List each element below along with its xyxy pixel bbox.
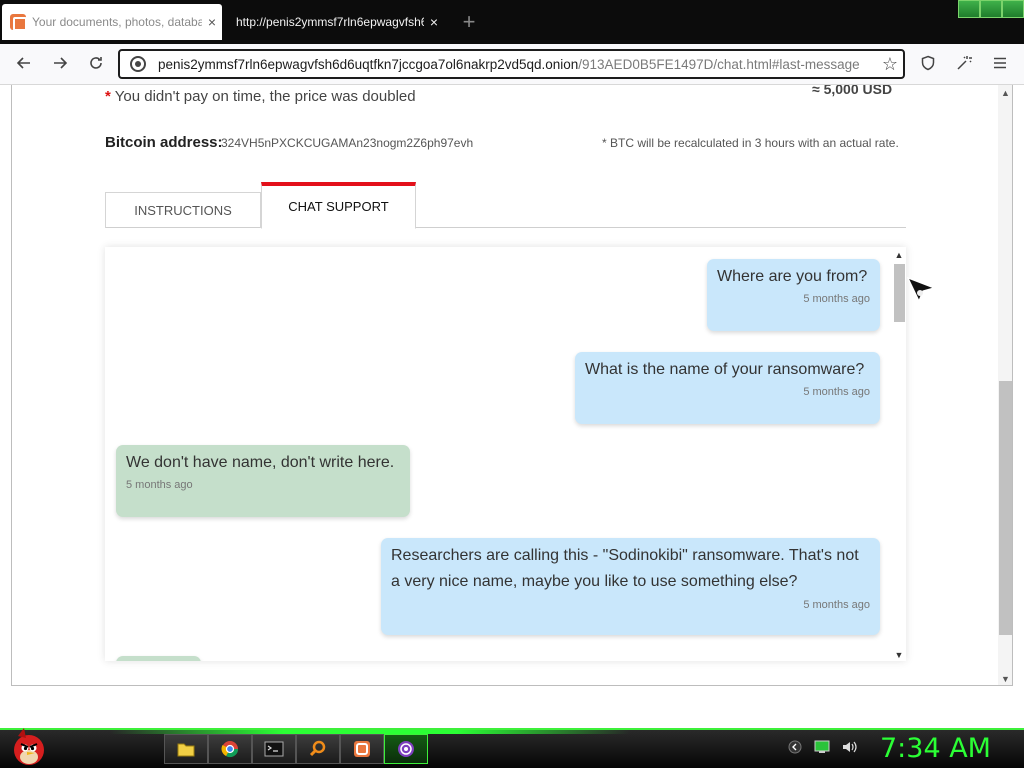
page-scrollbar[interactable]: ▲ ▼	[998, 85, 1012, 685]
clock[interactable]: 7:34 AM	[880, 733, 991, 764]
reload-button[interactable]	[83, 52, 109, 78]
message-text: Where are you from?	[717, 268, 868, 285]
chat-message-incoming-partial	[116, 656, 201, 661]
message-time: 5 months ago	[803, 599, 870, 611]
warning-asterisk: *	[105, 88, 111, 105]
terminal-icon	[264, 741, 284, 757]
message-time: 5 months ago	[803, 386, 870, 398]
message-time: 5 months ago	[126, 479, 193, 491]
message-text: We don't have name, don't write here.	[126, 454, 395, 471]
btc-rate-note: * BTC will be recalculated in 3 hours wi…	[602, 136, 899, 150]
warning-text: You didn't pay on time, the price was do…	[114, 88, 416, 105]
chat-message-outgoing: Researchers are calling this - "Sodinoki…	[381, 538, 880, 635]
minimize-button[interactable]	[958, 0, 980, 18]
chevron-up-icon[interactable]: ▲	[998, 86, 1012, 100]
tab-title: Your documents, photos, databases and ot…	[32, 15, 202, 29]
message-text: What is the name of your ransomware?	[585, 361, 865, 378]
chat-scrollbar-thumb[interactable]	[894, 264, 905, 322]
menu-button[interactable]	[987, 52, 1013, 78]
star-icon[interactable]: ☆	[877, 54, 903, 75]
chat-message-incoming: We don't have name, don't write here. 5 …	[116, 445, 410, 517]
reload-icon	[90, 57, 102, 69]
page-scrollbar-thumb[interactable]	[999, 381, 1012, 635]
bitcoin-address-label: Bitcoin address:	[105, 134, 223, 151]
close-window-button[interactable]	[1002, 0, 1024, 18]
price-usd: ≈ 5,000 USD	[812, 85, 893, 97]
new-tab-button[interactable]: +	[456, 10, 482, 36]
folder-icon	[177, 743, 195, 757]
taskbar-folder-button[interactable]	[164, 734, 208, 764]
url-path: /913AED0B5FE1497D/chat.html#last-message	[578, 56, 860, 72]
chevron-down-icon[interactable]: ▼	[892, 649, 906, 661]
shield-button[interactable]	[915, 52, 941, 78]
chevron-down-icon[interactable]: ▼	[998, 672, 1012, 685]
back-button[interactable]	[11, 52, 37, 78]
taskbar-search-button[interactable]	[296, 734, 340, 764]
taskbar-terminal-button[interactable]	[252, 734, 296, 764]
tor-browser-icon	[398, 741, 414, 757]
volume-icon[interactable]	[842, 740, 858, 754]
tab-instructions[interactable]: INSTRUCTIONS	[105, 192, 261, 228]
tab-title: http://penis2ymmsf7rln6epwagvfsh6d6uqtfk…	[236, 15, 424, 29]
address-bar[interactable]: penis2ymmsf7rln6epwagvfsh6d6uqtfkn7jccgo…	[118, 49, 905, 79]
late-payment-warning: * You didn't pay on time, the price was …	[105, 88, 416, 105]
onion-icon[interactable]	[130, 56, 146, 72]
tray-arrow-icon[interactable]	[788, 740, 802, 754]
tab-chat-support[interactable]: CHAT SUPPORT	[261, 182, 416, 229]
xampp-icon	[354, 741, 370, 757]
taskbar-chrome-button[interactable]	[208, 734, 252, 764]
network-icon[interactable]	[814, 740, 830, 754]
tab-close-icon[interactable]: ×	[202, 14, 222, 30]
chat-window: Where are you from? 5 months ago What is…	[105, 247, 906, 661]
taskbar: 7:34 AM	[0, 728, 1024, 768]
page-viewport: * You didn't pay on time, the price was …	[11, 85, 1013, 686]
xampp-favicon-icon	[10, 14, 27, 31]
message-text: Researchers are calling this - "Sodinoki…	[391, 547, 859, 590]
tab-ransom-note[interactable]: Your documents, photos, databases and ot…	[2, 4, 222, 40]
tab-close-icon[interactable]: ×	[424, 14, 444, 30]
mouse-cursor-icon	[906, 276, 936, 302]
chevron-up-icon[interactable]: ▲	[892, 249, 906, 261]
back-icon	[16, 57, 30, 69]
chat-message-outgoing: Where are you from? 5 months ago	[707, 259, 880, 331]
chat-scrollbar[interactable]: ▲ ▼	[892, 247, 906, 661]
url-text[interactable]: penis2ymmsf7rln6epwagvfsh6d6uqtfkn7jccgo…	[158, 57, 877, 72]
chrome-icon	[221, 741, 239, 758]
forward-button[interactable]	[47, 52, 73, 78]
start-button[interactable]	[8, 726, 48, 768]
shield-icon	[921, 55, 935, 71]
tab-chat-page[interactable]: http://penis2ymmsf7rln6epwagvfsh6d6uqtfk…	[226, 4, 444, 40]
taskbar-xampp-button[interactable]	[340, 734, 384, 764]
magic-wand-icon	[957, 56, 972, 70]
forward-icon	[54, 57, 68, 69]
bitcoin-address-value[interactable]: 324VH5nPXCKCUGAMAn23nogm2Z6ph97evh	[221, 136, 473, 150]
taskbar-tor-browser-button[interactable]	[384, 734, 428, 764]
menu-icon	[994, 57, 1006, 69]
search-icon	[309, 740, 326, 757]
maximize-button[interactable]	[980, 0, 1002, 18]
url-host: penis2ymmsf7rln6epwagvfsh6d6uqtfkn7jccgo…	[158, 56, 579, 72]
extensions-button[interactable]	[951, 52, 977, 78]
tab-strip: Your documents, photos, databases and ot…	[0, 0, 1024, 44]
message-time: 5 months ago	[803, 293, 870, 305]
chat-message-outgoing: What is the name of your ransomware? 5 m…	[575, 352, 880, 424]
page-tabs: INSTRUCTIONS CHAT SUPPORT	[105, 182, 906, 229]
window-controls	[958, 0, 1024, 22]
system-tray	[788, 740, 858, 754]
taskbar-apps	[164, 734, 428, 764]
navigation-bar: penis2ymmsf7rln6epwagvfsh6d6uqtfkn7jccgo…	[0, 44, 1024, 85]
